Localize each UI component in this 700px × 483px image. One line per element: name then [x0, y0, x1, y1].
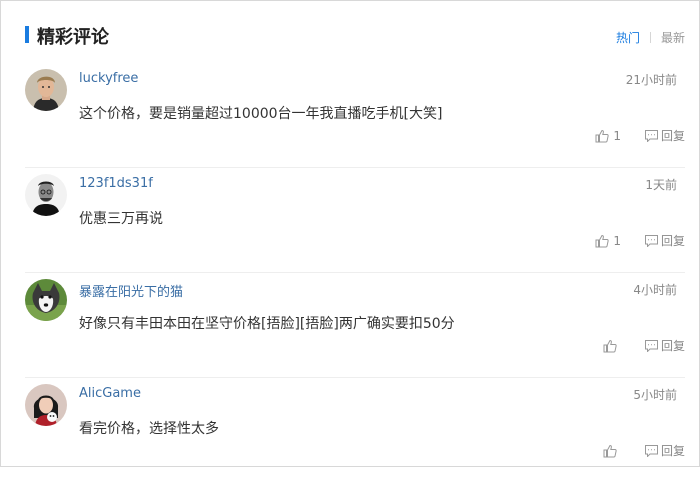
- comment-bubble-icon: [644, 444, 658, 457]
- reply-button[interactable]: 回复: [644, 232, 685, 249]
- comment-actions: 回复: [603, 442, 685, 459]
- like-button[interactable]: [603, 444, 621, 458]
- comment-actions: 1 回复: [595, 232, 685, 249]
- thumbs-up-icon: [603, 444, 617, 457]
- tab-divider: [649, 32, 651, 43]
- like-button[interactable]: [603, 339, 621, 353]
- comment-time: 1天前: [645, 178, 677, 192]
- comment-username[interactable]: AlicGame: [79, 386, 141, 401]
- avatar[interactable]: [25, 279, 67, 321]
- comments-panel: 精彩评论 热门 最新 luckyfree 21小时前 这个价格，要是销量超过100…: [0, 0, 700, 467]
- thumbs-up-icon: [595, 234, 609, 247]
- reply-button[interactable]: 回复: [644, 337, 685, 354]
- tab-latest[interactable]: 最新: [661, 31, 685, 45]
- comment-username[interactable]: 暴露在阳光下的猫: [79, 281, 183, 300]
- sort-tabs: 热门 最新: [616, 29, 685, 46]
- avatar[interactable]: [25, 384, 67, 426]
- reply-label: 回复: [660, 129, 685, 143]
- like-button[interactable]: 1: [595, 234, 621, 248]
- like-button[interactable]: 1: [595, 129, 621, 143]
- comment-actions: 1 回复: [595, 127, 685, 144]
- reply-button[interactable]: 回复: [644, 442, 685, 459]
- thumbs-up-icon: [595, 129, 609, 142]
- comment-text: 优惠三万再说: [79, 211, 163, 227]
- comment-time: 5小时前: [633, 388, 677, 402]
- reply-button[interactable]: 回复: [644, 127, 685, 144]
- comment-time: 21小时前: [625, 73, 677, 87]
- comment-bubble-icon: [644, 339, 658, 352]
- comment-item: luckyfree 21小时前 这个价格，要是销量超过10000台一年我直播吃手…: [1, 63, 699, 168]
- reply-label: 回复: [660, 444, 685, 458]
- comment-text: 好像只有丰田本田在坚守价格[捂脸][捂脸]两广确实要扣50分: [79, 316, 455, 332]
- comment-item: AlicGame 5小时前 看完价格，选择性太多 回复: [1, 378, 699, 483]
- comment-item: 暴露在阳光下的猫 4小时前 好像只有丰田本田在坚守价格[捂脸][捂脸]两广确实要…: [1, 273, 699, 378]
- comment-username[interactable]: luckyfree: [79, 71, 138, 86]
- comment-actions: 回复: [603, 337, 685, 354]
- comment-bubble-icon: [644, 234, 658, 247]
- comment-bubble-icon: [644, 129, 658, 142]
- avatar[interactable]: [25, 174, 67, 216]
- thumbs-up-icon: [603, 339, 617, 352]
- comment-text: 看完价格，选择性太多: [79, 421, 219, 437]
- title-accent-bar: [25, 26, 29, 43]
- comment-item: 123f1ds31f 1天前 优惠三万再说 1 回复: [1, 168, 699, 273]
- comment-text: 这个价格，要是销量超过10000台一年我直播吃手机[大笑]: [79, 106, 443, 122]
- reply-label: 回复: [660, 234, 685, 248]
- comment-username[interactable]: 123f1ds31f: [79, 176, 153, 191]
- reply-label: 回复: [660, 339, 685, 353]
- like-count: 1: [613, 233, 621, 248]
- section-title: 精彩评论: [37, 27, 109, 48]
- like-count: 1: [613, 128, 621, 143]
- section-header: 精彩评论 热门 最新: [1, 1, 699, 63]
- tab-hot[interactable]: 热门: [616, 31, 640, 45]
- avatar[interactable]: [25, 69, 67, 111]
- comment-time: 4小时前: [633, 283, 677, 297]
